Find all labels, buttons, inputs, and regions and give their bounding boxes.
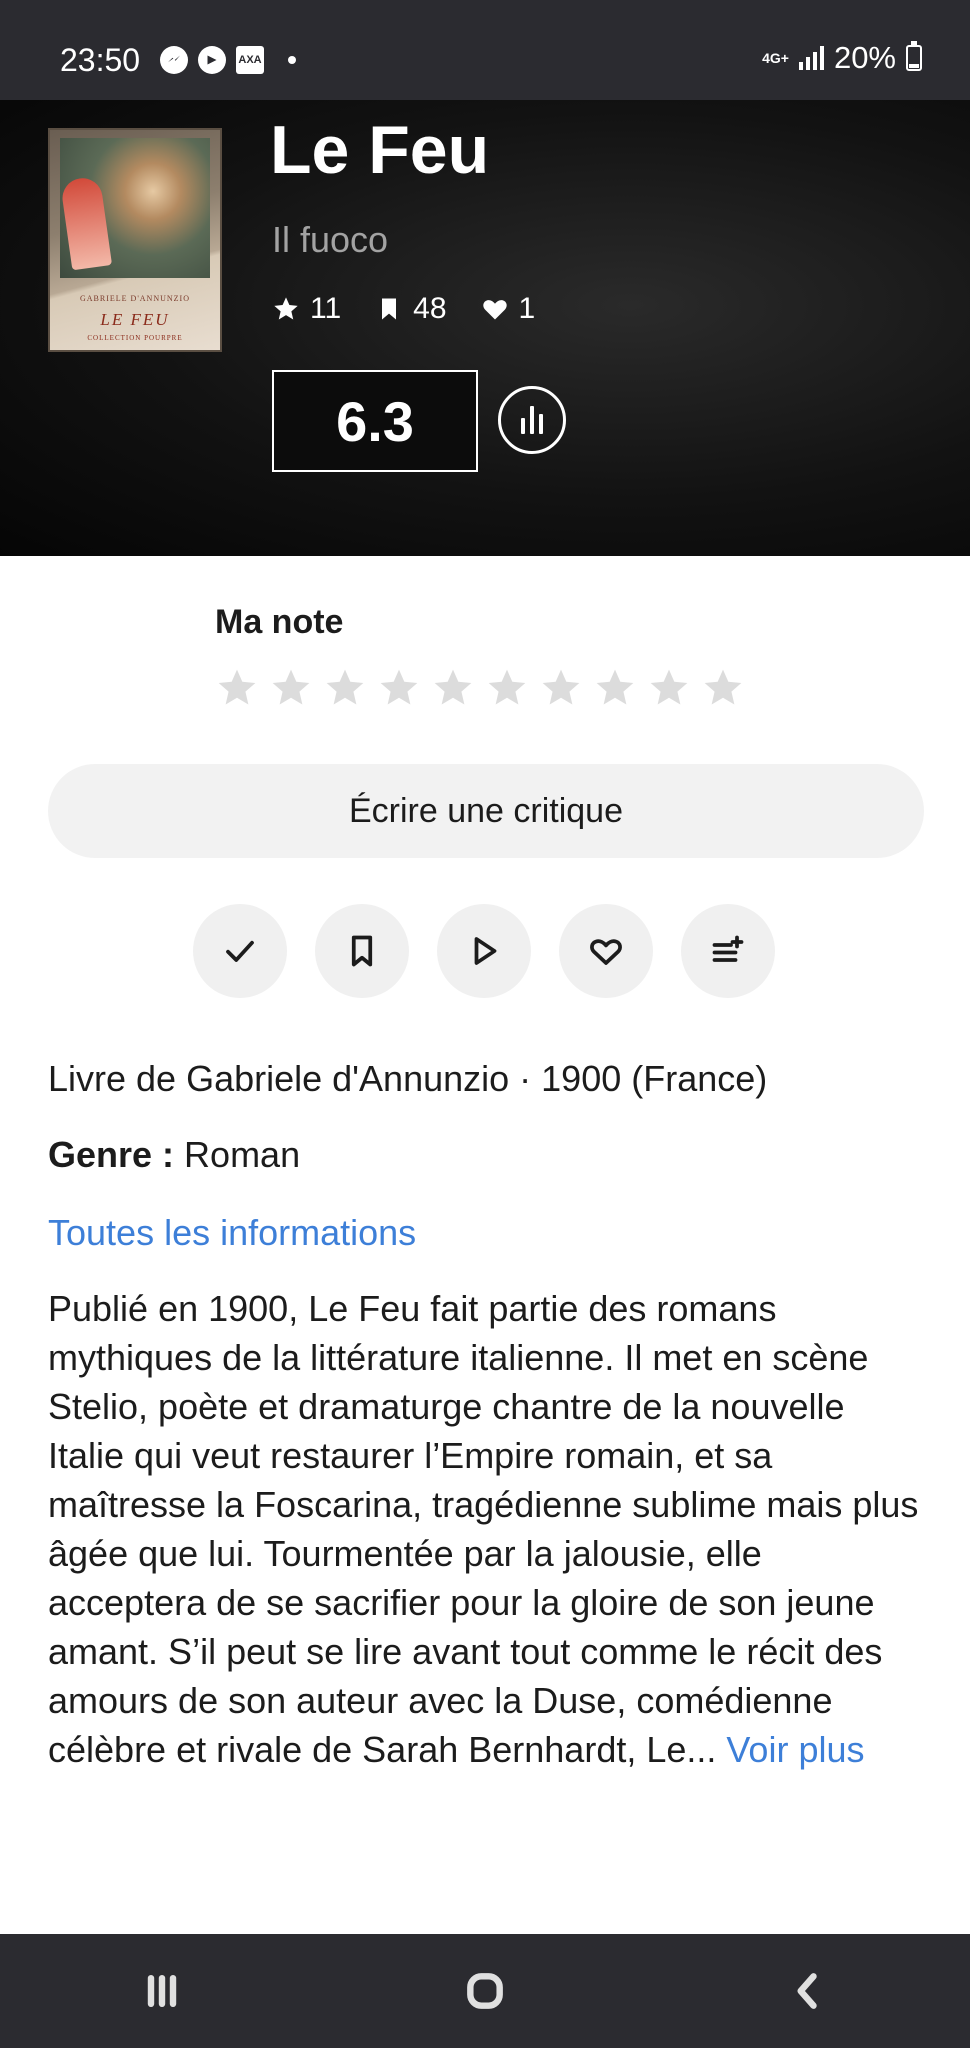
list-add-icon <box>712 935 744 962</box>
all-info-link[interactable]: Toutes les informations <box>48 1210 416 1256</box>
status-right: 4G+ 20% <box>762 40 922 76</box>
add-to-list-button[interactable] <box>681 904 775 998</box>
rating-star-4[interactable] <box>377 666 421 710</box>
rating-star-9[interactable] <box>647 666 691 710</box>
see-more-link[interactable]: Voir plus <box>726 1729 864 1770</box>
book-meta: Livre de Gabriele d'Annunzio · 1900 (Fra… <box>48 1058 768 1099</box>
back-button[interactable] <box>748 1951 868 2031</box>
heart-icon <box>482 300 507 320</box>
rating-star-2[interactable] <box>269 666 313 710</box>
heart-icon <box>590 939 622 965</box>
rating-star-8[interactable] <box>593 666 637 710</box>
synopsis-text: Publié en 1900, Le Feu fait partie des r… <box>48 1288 919 1770</box>
rating-star-6[interactable] <box>485 666 529 710</box>
rating-star-7[interactable] <box>539 666 583 710</box>
my-rating-stars[interactable] <box>215 666 745 710</box>
status-time: 23:50 <box>60 42 141 78</box>
battery-percent: 20% <box>833 40 896 75</box>
bookmark-icon <box>382 298 397 320</box>
messenger-icon <box>160 46 188 74</box>
write-review-button[interactable]: Écrire une critique <box>48 764 924 858</box>
stat-favorites: 1 <box>481 292 536 326</box>
book-stats: 11 48 1 <box>272 292 535 326</box>
stat-favorites-count: 1 <box>518 292 536 325</box>
notification-icons: AXA <box>160 46 296 74</box>
original-title: Il fuoco <box>272 219 389 260</box>
cover-title: LE FEU <box>100 310 170 329</box>
average-score: 6.3 <box>272 370 478 472</box>
rating-star-1[interactable] <box>215 666 259 710</box>
play-icon <box>474 937 497 965</box>
rating-star-3[interactable] <box>323 666 367 710</box>
book-title: Le Feu <box>270 112 490 188</box>
rating-star-10[interactable] <box>701 666 745 710</box>
system-nav-bar <box>0 1934 970 2048</box>
axa-icon: AXA <box>236 46 264 74</box>
stat-wishlist-count: 48 <box>413 292 447 325</box>
rating-distribution-button[interactable] <box>498 386 566 454</box>
rating-star-5[interactable] <box>431 666 475 710</box>
mark-read-button[interactable] <box>193 904 287 998</box>
home-icon <box>467 1973 503 2009</box>
sync-icon <box>198 46 226 74</box>
wishlist-button[interactable] <box>315 904 409 998</box>
cover-collection: COLLECTION POURPRE <box>87 334 183 342</box>
genre-line: Genre : Roman <box>48 1132 300 1178</box>
genre-value: Roman <box>174 1134 301 1175</box>
bookmark-icon <box>351 935 373 967</box>
battery-icon <box>906 41 922 71</box>
cover-illustration <box>60 138 210 278</box>
home-button[interactable] <box>425 1951 545 2031</box>
stat-wishlist: 48 <box>375 292 447 326</box>
bar-chart-icon <box>521 406 543 434</box>
favorite-button[interactable] <box>559 904 653 998</box>
stat-stars-count: 11 <box>310 292 342 325</box>
signal-icon <box>798 46 824 70</box>
network-type: 4G+ <box>762 50 789 66</box>
check-icon <box>226 940 254 962</box>
cover-author: GABRIELE D'ANNUNZIO <box>80 294 190 303</box>
more-notifications-dot <box>288 56 296 64</box>
action-buttons <box>193 904 775 998</box>
stat-stars: 11 <box>272 292 341 326</box>
recents-button[interactable] <box>102 1951 222 2031</box>
my-rating-label: Ma note <box>215 603 344 641</box>
book-cover[interactable]: GABRIELE D'ANNUNZIO LE FEU COLLECTION PO… <box>48 128 222 352</box>
in-progress-button[interactable] <box>437 904 531 998</box>
back-icon <box>797 1973 818 2009</box>
synopsis: Publié en 1900, Le Feu fait partie des r… <box>48 1284 928 1774</box>
star-icon <box>274 297 298 320</box>
recents-icon <box>147 1974 176 2008</box>
genre-label: Genre : <box>48 1134 175 1175</box>
status-bar: 23:50 AXA 4G+ 20% <box>0 0 970 100</box>
